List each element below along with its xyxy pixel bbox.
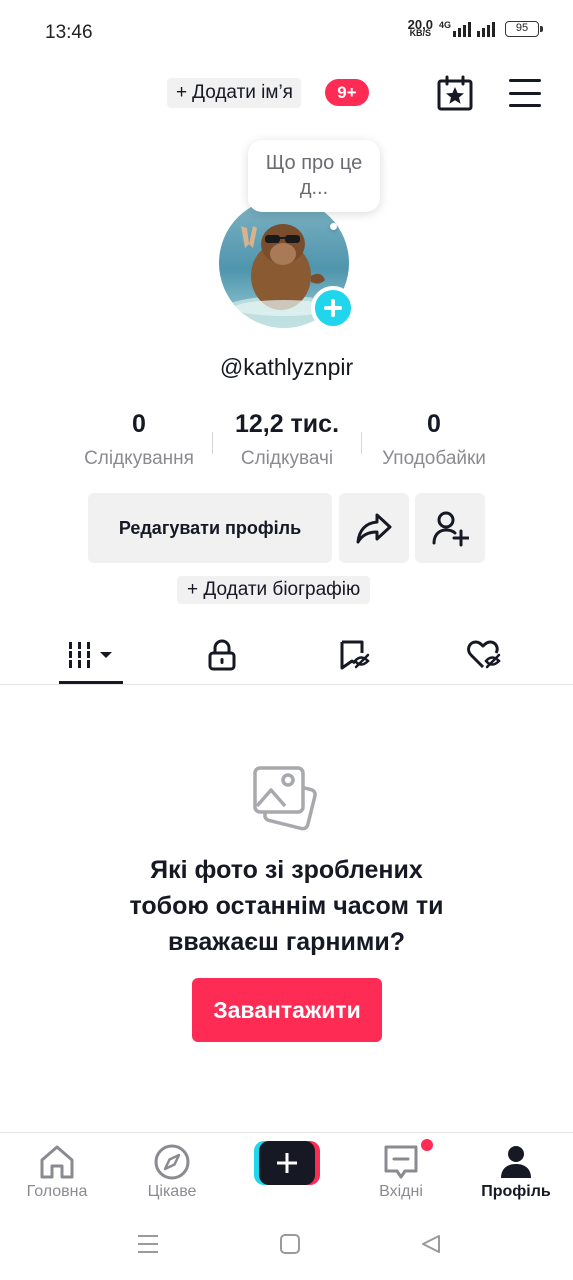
lock-icon	[208, 639, 236, 671]
status-time: 13:46	[45, 22, 93, 43]
add-friend-icon	[432, 511, 469, 547]
share-profile-button[interactable]	[339, 493, 409, 563]
tab-liked[interactable]	[452, 625, 516, 685]
calendar-star-icon[interactable]	[436, 74, 474, 112]
stat-likes-label: Уподобайки	[382, 448, 486, 469]
stat-followers-label: Слідкувачі	[240, 448, 334, 469]
profile-stats: 0 Слідкування 12,2 тис. Слідкувачі 0 Упо…	[0, 410, 573, 480]
tab-videos[interactable]	[59, 625, 123, 685]
profile-actions: Редагувати профіль	[0, 493, 573, 563]
stat-likes[interactable]: 0 Уподобайки	[364, 410, 504, 470]
nav-profile-label: Профіль	[481, 1183, 551, 1200]
tab-saved[interactable]	[322, 625, 386, 685]
notification-badge[interactable]: 9+	[325, 79, 369, 106]
nav-profile[interactable]: Профіль	[466, 1143, 566, 1201]
edit-profile-button[interactable]: Редагувати профіль	[88, 493, 332, 563]
heart-hidden-icon	[467, 640, 501, 669]
inbox-icon	[384, 1145, 418, 1179]
upload-button[interactable]: Завантажити	[192, 978, 382, 1042]
add-name-plus: +	[176, 82, 188, 103]
plus-icon	[277, 1153, 297, 1173]
signal-icon	[453, 21, 471, 37]
profile-icon	[501, 1146, 531, 1178]
battery-icon: 95	[505, 21, 543, 37]
nav-home-label: Головна	[26, 1183, 88, 1200]
empty-state: Які фото зі зроблених тобою останнім час…	[0, 763, 573, 960]
empty-state-text: Які фото зі зроблених тобою останнім час…	[0, 852, 573, 960]
stat-likes-value: 0	[427, 410, 441, 438]
videos-grid-icon	[69, 642, 112, 668]
active-tab-indicator	[59, 681, 123, 684]
create-button[interactable]	[254, 1141, 320, 1185]
network-speed: 20,0 KB/S	[408, 18, 433, 38]
inbox-notification-dot	[421, 1139, 433, 1151]
add-friend-button[interactable]	[415, 493, 485, 563]
photos-icon	[252, 763, 322, 835]
profile-top-bar: + Додати ім’я 9+	[0, 66, 573, 122]
nav-discover-label: Цікаве	[147, 1183, 197, 1200]
home-icon	[40, 1145, 74, 1179]
stat-following[interactable]: 0 Слідкування	[69, 410, 209, 470]
nav-inbox[interactable]: Вхідні	[351, 1143, 451, 1201]
signal-icon	[477, 21, 495, 37]
stat-divider	[212, 432, 213, 454]
nav-inbox-label: Вхідні	[379, 1183, 423, 1200]
bookmark-hidden-icon	[340, 640, 370, 670]
hamburger-menu-icon[interactable]	[509, 79, 541, 107]
empty-state-line: вважаєш гарними?	[167, 928, 406, 956]
network-type: 4G	[438, 20, 451, 30]
bubble-tail	[330, 223, 337, 230]
back-triangle-icon[interactable]	[419, 1232, 449, 1260]
bottom-navigation: Головна Цікаве Вхідні Профіль	[0, 1132, 573, 1212]
home-square-icon[interactable]	[278, 1232, 308, 1260]
compass-icon	[154, 1144, 190, 1180]
recent-apps-icon[interactable]	[135, 1232, 165, 1260]
stat-following-label: Слідкування	[84, 448, 194, 469]
username: @kathlyznpir	[219, 354, 354, 380]
profile-tabs	[0, 625, 573, 685]
avatar[interactable]	[219, 198, 355, 332]
nav-discover[interactable]: Цікаве	[122, 1143, 222, 1201]
status-bar: 13:46 20,0 KB/S 4G 95	[0, 0, 573, 66]
stat-followers[interactable]: 12,2 тис. Слідкувачі	[216, 410, 358, 470]
network-speed-unit: KB/S	[409, 28, 432, 38]
stat-followers-value: 12,2 тис.	[234, 410, 340, 438]
empty-state-line: Які фото зі зроблених	[150, 856, 423, 884]
empty-state-line: тобою останнім часом ти	[129, 892, 444, 920]
stat-following-value: 0	[132, 410, 146, 438]
add-name-label: Додати ім’я	[192, 82, 293, 103]
system-navigation	[0, 1212, 573, 1280]
add-bio-button[interactable]: + Додати біографію	[177, 576, 371, 604]
share-icon	[356, 513, 392, 544]
status-indicators: 20,0 KB/S 4G 95	[408, 18, 543, 38]
add-name-button[interactable]: + Додати ім’я	[167, 78, 301, 108]
tab-private[interactable]	[190, 625, 254, 685]
status-bubble[interactable]: Що про це д...	[248, 140, 380, 212]
nav-home[interactable]: Головна	[7, 1143, 107, 1201]
add-avatar-button[interactable]	[311, 286, 355, 330]
stat-divider	[361, 432, 362, 454]
